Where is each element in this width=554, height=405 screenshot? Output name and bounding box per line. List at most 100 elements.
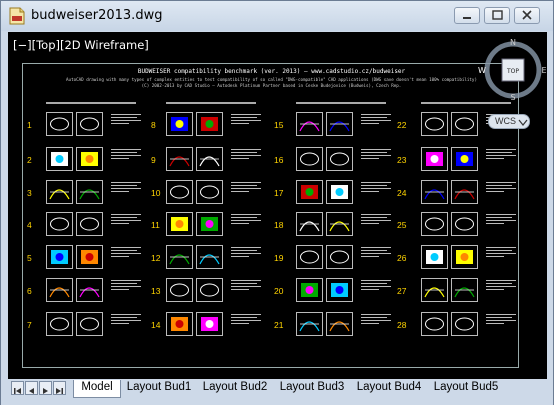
tab-layout-bud1[interactable]: Layout Bud1 <box>123 380 195 397</box>
tab-model[interactable]: Model <box>73 380 121 398</box>
test-sample[interactable] <box>76 180 103 204</box>
test-sample[interactable] <box>296 180 323 204</box>
next-tab-button[interactable] <box>39 381 52 395</box>
test-sample[interactable] <box>166 312 193 336</box>
maximize-icon <box>492 10 503 20</box>
test-sample[interactable] <box>451 312 478 336</box>
test-sample[interactable] <box>166 147 193 171</box>
tab-layout-bud5[interactable]: Layout Bud5 <box>430 380 502 397</box>
viewport-controls-label[interactable]: [−][Top][2D Wireframe] <box>13 38 149 52</box>
sample-graphic <box>49 189 70 200</box>
test-sample[interactable] <box>46 147 73 171</box>
test-sample[interactable] <box>296 245 323 269</box>
test-sample[interactable] <box>296 278 323 302</box>
test-sample[interactable] <box>166 112 193 136</box>
sample-graphic <box>330 152 349 166</box>
test-sample[interactable] <box>166 245 193 269</box>
test-sample[interactable] <box>421 312 448 336</box>
test-sample[interactable] <box>76 147 103 171</box>
test-sample[interactable] <box>196 278 223 302</box>
test-description <box>361 182 393 206</box>
test-number: 18 <box>274 220 284 230</box>
test-sample[interactable] <box>196 112 223 136</box>
title-bar[interactable]: budweiser2013.dwg <box>1 1 553 31</box>
test-sample[interactable] <box>326 312 353 336</box>
test-sample[interactable] <box>46 312 73 336</box>
maximize-button[interactable] <box>484 7 510 24</box>
test-number: 9 <box>151 155 156 165</box>
test-sample[interactable] <box>326 278 353 302</box>
test-description <box>111 182 143 206</box>
test-sample[interactable] <box>166 278 193 302</box>
sample-graphic <box>50 117 69 131</box>
test-sample[interactable] <box>326 180 353 204</box>
test-sample[interactable] <box>451 212 478 236</box>
test-description <box>486 149 518 173</box>
test-sample[interactable] <box>451 180 478 204</box>
test-sample[interactable] <box>296 112 323 136</box>
viewcube[interactable]: TOP N S E W <box>478 32 547 102</box>
test-sample[interactable] <box>196 180 223 204</box>
test-sample[interactable] <box>46 112 73 136</box>
tab-layout-bud3[interactable]: Layout Bud3 <box>276 380 348 397</box>
sample-graphic <box>169 156 190 167</box>
viewcube-top-face[interactable]: TOP <box>506 68 519 75</box>
sample-graphic <box>300 250 319 264</box>
test-sample[interactable] <box>326 245 353 269</box>
sample-graphic <box>454 287 475 298</box>
test-sample[interactable] <box>296 147 323 171</box>
test-sample[interactable] <box>196 212 223 236</box>
test-sample[interactable] <box>46 180 73 204</box>
sample-graphic <box>80 117 99 131</box>
test-sample[interactable] <box>421 147 448 171</box>
test-sample[interactable] <box>421 245 448 269</box>
test-sample[interactable] <box>421 112 448 136</box>
test-sample[interactable] <box>296 212 323 236</box>
test-sample[interactable] <box>46 278 73 302</box>
test-sample[interactable] <box>326 147 353 171</box>
test-sample[interactable] <box>76 278 103 302</box>
drawing-canvas[interactable]: [−][Top][2D Wireframe] BUDWEISER compati… <box>8 32 547 379</box>
test-number: 26 <box>397 253 407 263</box>
test-sample[interactable] <box>46 212 73 236</box>
test-sample[interactable] <box>421 212 448 236</box>
close-button[interactable] <box>514 7 540 24</box>
test-sample[interactable] <box>76 245 103 269</box>
test-sample[interactable] <box>451 245 478 269</box>
test-description <box>111 214 143 238</box>
test-sample[interactable] <box>76 112 103 136</box>
test-sample[interactable] <box>421 180 448 204</box>
first-arrow-icon <box>14 388 21 394</box>
test-sample[interactable] <box>451 147 478 171</box>
wcs-menu[interactable]: WCS <box>488 114 530 129</box>
test-number: 24 <box>397 188 407 198</box>
previous-tab-button[interactable] <box>25 381 38 395</box>
test-sample[interactable] <box>451 112 478 136</box>
test-sample[interactable] <box>421 278 448 302</box>
test-number: 6 <box>27 286 32 296</box>
test-sample[interactable] <box>196 147 223 171</box>
minimize-button[interactable] <box>454 7 480 24</box>
test-sample[interactable] <box>451 278 478 302</box>
test-description <box>231 114 263 138</box>
test-sample[interactable] <box>166 212 193 236</box>
test-sample[interactable] <box>296 312 323 336</box>
test-sample[interactable] <box>76 312 103 336</box>
sample-graphic <box>300 152 319 166</box>
svg-text:S: S <box>510 93 515 102</box>
test-sample[interactable] <box>326 212 353 236</box>
first-tab-button[interactable] <box>11 381 24 395</box>
sample-graphic <box>79 189 100 200</box>
tab-layout-bud4[interactable]: Layout Bud4 <box>353 380 425 397</box>
sample-graphic <box>424 287 445 298</box>
sample-graphic <box>301 283 318 297</box>
test-sample[interactable] <box>196 312 223 336</box>
tab-layout-bud2[interactable]: Layout Bud2 <box>199 380 271 397</box>
test-sample[interactable] <box>196 245 223 269</box>
test-number: 3 <box>27 188 32 198</box>
last-tab-button[interactable] <box>53 381 66 395</box>
test-sample[interactable] <box>326 112 353 136</box>
test-sample[interactable] <box>166 180 193 204</box>
test-sample[interactable] <box>76 212 103 236</box>
test-sample[interactable] <box>46 245 73 269</box>
